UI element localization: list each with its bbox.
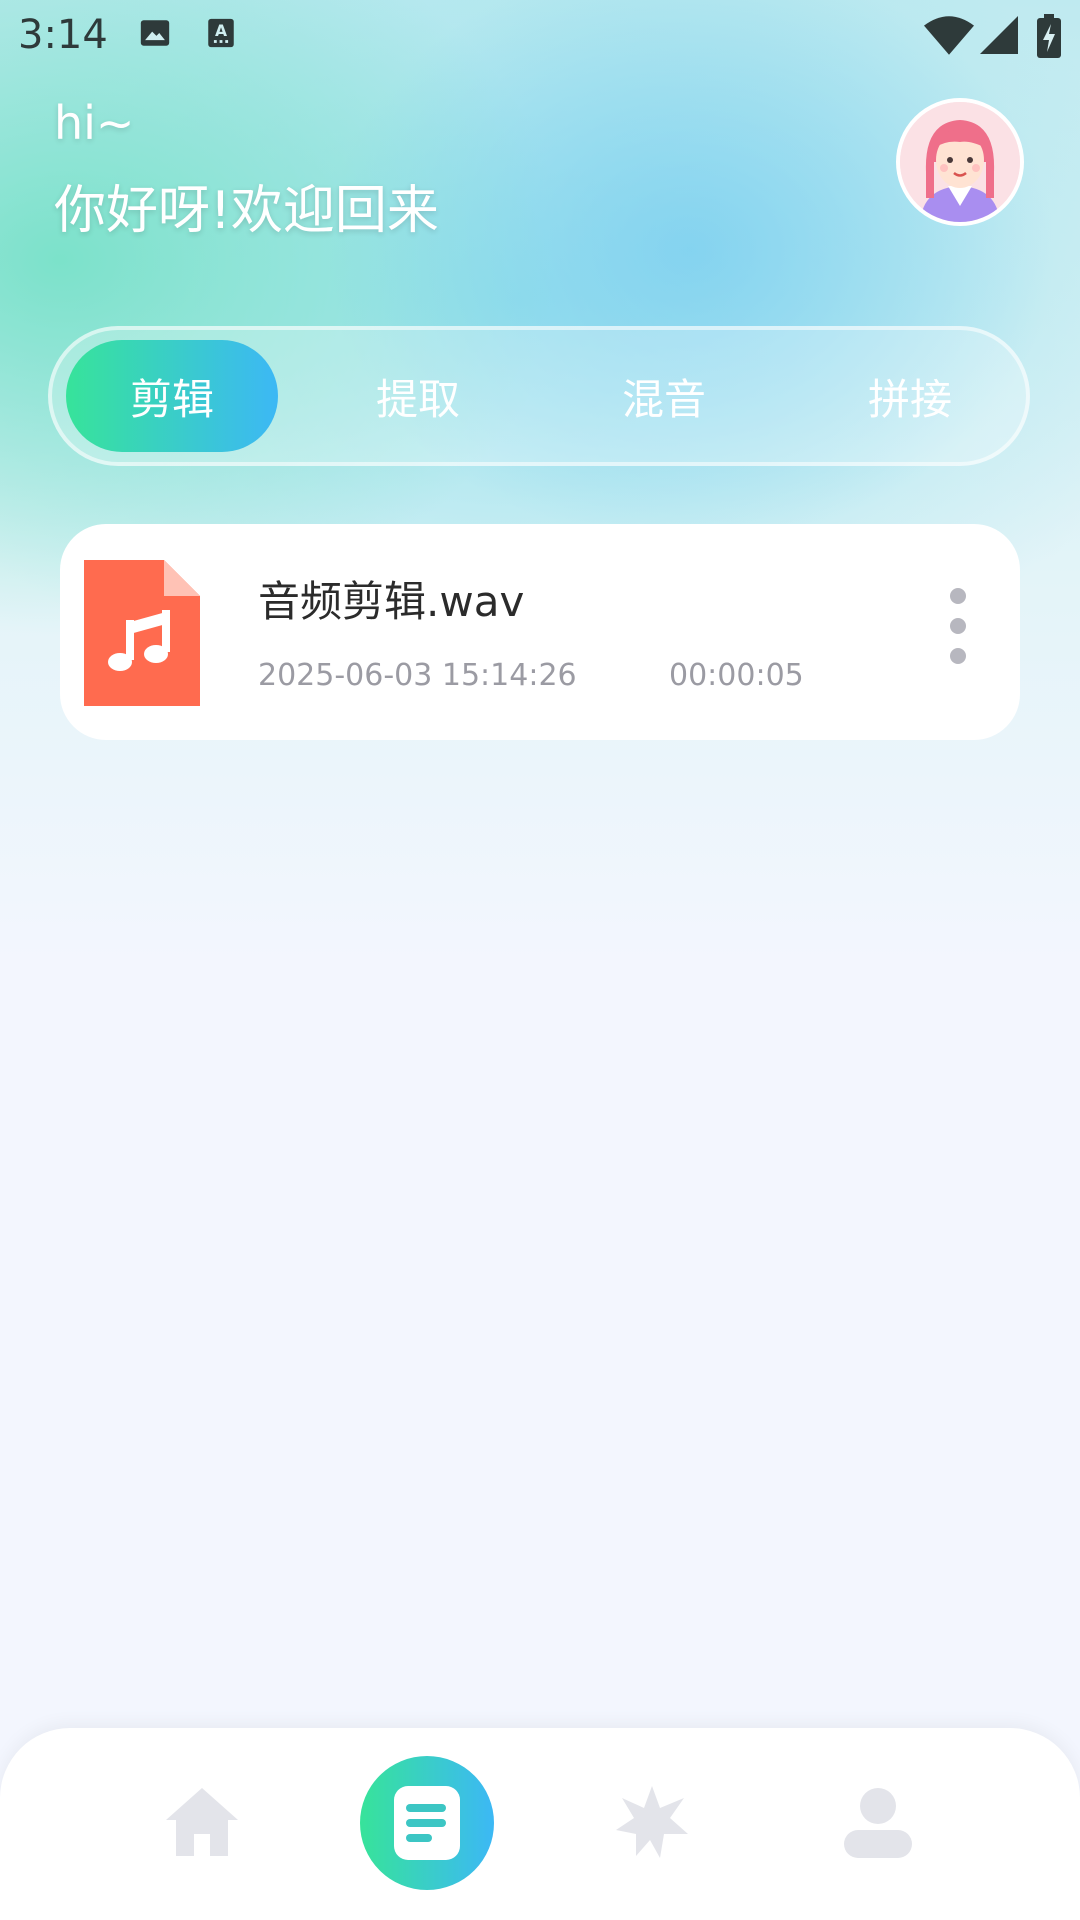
mode-tabs: 剪辑 提取 混音 拼接 (48, 326, 1030, 466)
user-icon (844, 1788, 912, 1858)
battery-charging-icon (1037, 14, 1061, 58)
status-time: 3:14 (18, 12, 108, 58)
tab-extract[interactable]: 提取 (312, 340, 524, 452)
file-name: 音频剪辑.wav (258, 577, 525, 626)
image-icon (140, 20, 170, 46)
more-options-icon[interactable] (946, 588, 970, 678)
nav-profile[interactable] (840, 1784, 916, 1860)
tab-edit[interactable]: 剪辑 (66, 340, 278, 452)
tab-mix[interactable]: 混音 (558, 340, 770, 452)
nav-list[interactable] (360, 1756, 494, 1890)
tab-merge[interactable]: 拼接 (804, 340, 1016, 452)
bottom-nav (0, 1728, 1080, 1920)
background-gradient (0, 0, 1080, 1920)
greeting-welcome: 你好呀!欢迎回来 (54, 181, 439, 241)
a-keyboard-icon: A (208, 18, 234, 48)
greeting-hi: hi~ (54, 96, 135, 150)
file-card[interactable]: 音频剪辑.wav 2025-06-03 15:14:26 00:00:05 (60, 524, 1020, 740)
file-date: 2025-06-03 15:14:26 (258, 658, 577, 693)
signal-icon (980, 16, 1018, 54)
nav-home[interactable] (164, 1784, 240, 1860)
nav-tools[interactable] (614, 1784, 690, 1860)
file-duration: 00:00:05 (669, 658, 804, 693)
wifi-icon (924, 16, 974, 55)
sparkle-icon (616, 1786, 688, 1858)
svg-text:A: A (215, 22, 227, 40)
list-icon (394, 1786, 460, 1860)
user-avatar-icon (900, 102, 1020, 222)
home-icon (166, 1788, 238, 1856)
audio-file-icon (84, 560, 200, 706)
avatar[interactable] (896, 98, 1024, 226)
